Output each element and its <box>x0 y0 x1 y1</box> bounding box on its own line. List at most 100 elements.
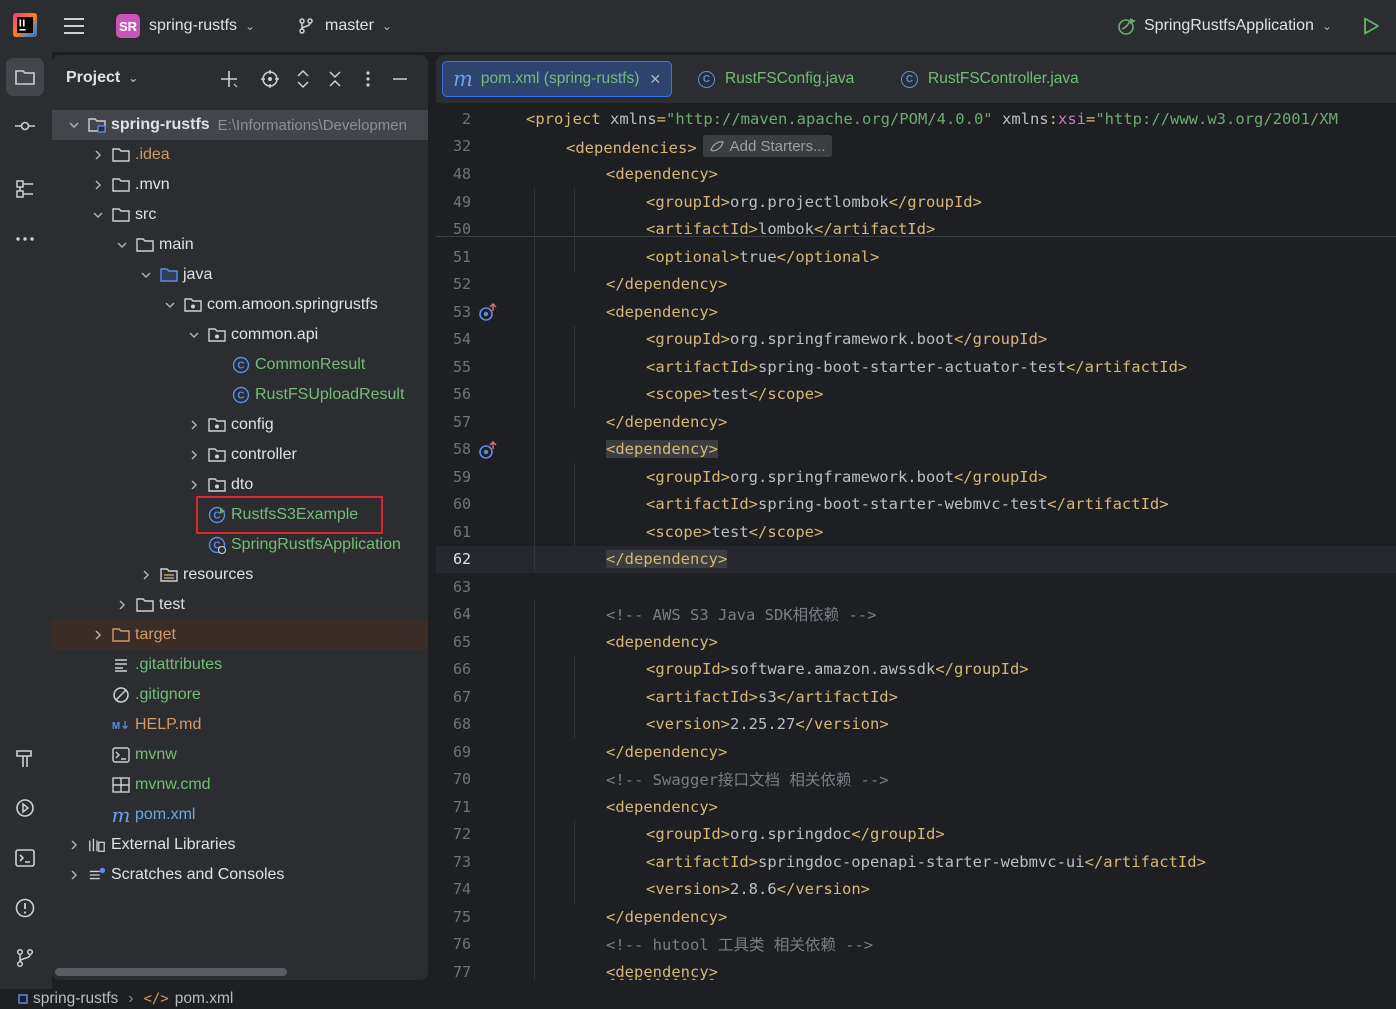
new-file-button[interactable] <box>217 67 241 91</box>
tree-node[interactable]: spring-rustfs E:\Informations\Developmen <box>52 110 428 140</box>
add-starters-hint[interactable]: Add Starters... <box>702 135 832 158</box>
code-line[interactable]: 52 </dependency> <box>436 270 1396 298</box>
tree-node[interactable]: dto <box>52 470 428 500</box>
code-line[interactable]: 68 <version>2.25.27</version> <box>436 710 1396 738</box>
tree-node[interactable]: .idea <box>52 140 428 170</box>
code-line[interactable]: 57 </dependency> <box>436 408 1396 436</box>
chevron-right-icon[interactable] <box>186 477 202 493</box>
tree-node[interactable]: java <box>52 260 428 290</box>
tree-node[interactable]: mvnw <box>52 740 428 770</box>
tree-node[interactable]: common.api <box>52 320 428 350</box>
services-tool-button[interactable] <box>6 789 44 827</box>
code-line[interactable]: 53 <dependency> <box>436 298 1396 326</box>
tree-node[interactable]: m pom.xml <box>52 800 428 830</box>
editor-tab[interactable]: C RustFSController.java <box>891 61 1089 97</box>
implemented-icon[interactable] <box>478 302 498 322</box>
run-configuration-selector[interactable]: SpringRustfsApplication ⌄ <box>1116 0 1332 52</box>
code-line[interactable]: 71 <dependency> <box>436 793 1396 821</box>
chevron-right-icon[interactable] <box>66 867 82 883</box>
code-line[interactable]: 65 <dependency> <box>436 628 1396 656</box>
code-line[interactable]: 51 <optional>true</optional> <box>436 243 1396 271</box>
code-line[interactable]: 63 <box>436 573 1396 601</box>
code-line[interactable]: 67 <artifactId>s3</artifactId> <box>436 683 1396 711</box>
chevron-right-icon[interactable] <box>90 147 106 163</box>
tree-node[interactable]: src <box>52 200 428 230</box>
chevron-down-icon[interactable] <box>186 327 202 343</box>
code-line[interactable]: 69 </dependency> <box>436 738 1396 766</box>
breadcrumb-file[interactable]: </> pom.xml <box>143 990 233 1008</box>
code-line[interactable]: 50 <artifactId>lombok</artifactId> <box>436 215 1396 243</box>
sticky-line[interactable]: 2 <project xmlns="http://maven.apache.org… <box>436 105 1396 133</box>
select-opened-file-button[interactable] <box>258 67 282 91</box>
chevron-right-icon[interactable] <box>186 447 202 463</box>
chevron-right-icon[interactable] <box>138 567 154 583</box>
code-line[interactable]: 54 <groupId>org.springframework.boot</gro… <box>436 325 1396 353</box>
code-line[interactable]: 77 <dependency> <box>436 958 1396 980</box>
code-line[interactable]: 61 <scope>test</scope> <box>436 518 1396 546</box>
tree-node[interactable]: .mvn <box>52 170 428 200</box>
chevron-down-icon[interactable] <box>90 207 106 223</box>
breadcrumb-project[interactable]: spring-rustfs <box>18 990 118 1008</box>
code-line[interactable]: 66 <groupId>software.amazon.awssdk</group… <box>436 655 1396 683</box>
chevron-right-icon[interactable] <box>66 837 82 853</box>
code-line[interactable]: 74 <version>2.8.6</version> <box>436 875 1396 903</box>
code-line[interactable]: 73 <artifactId>springdoc-openapi-starter-… <box>436 848 1396 876</box>
commit-tool-button[interactable] <box>6 107 44 145</box>
tree-node[interactable]: Scratches and Consoles <box>52 860 428 890</box>
project-view-selector[interactable]: Project ⌄ <box>66 69 138 87</box>
chevron-down-icon[interactable] <box>114 237 130 253</box>
vcs-branch-switcher[interactable]: master ⌄ <box>297 0 392 52</box>
more-tools-button[interactable] <box>6 220 44 258</box>
hide-panel-button[interactable] <box>388 67 412 91</box>
code-line[interactable]: 60 <artifactId>spring-boot-starter-webmvc… <box>436 490 1396 518</box>
tree-node[interactable]: main <box>52 230 428 260</box>
code-line[interactable]: 49 <groupId>org.projectlombok</groupId> <box>436 188 1396 216</box>
code-line[interactable]: 64 <!-- AWS S3 Java SDK相依赖 --> <box>436 600 1396 628</box>
sticky-line[interactable]: 32 <dependencies> Add Starters... <box>436 132 1396 160</box>
tree-node[interactable]: M HELP.md <box>52 710 428 740</box>
tree-node[interactable]: C SpringRustfsApplication <box>52 530 428 560</box>
collapse-all-button[interactable] <box>323 67 347 91</box>
tree-node[interactable]: External Libraries <box>52 830 428 860</box>
code-line[interactable]: 56 <scope>test</scope> <box>436 380 1396 408</box>
tree-node[interactable]: target <box>52 620 428 650</box>
tree-node[interactable]: resources <box>52 560 428 590</box>
main-menu-button[interactable] <box>62 0 86 52</box>
tree-node[interactable]: C RustfsS3Example <box>52 500 428 530</box>
tree-node[interactable]: mvnw.cmd <box>52 770 428 800</box>
run-button[interactable] <box>1360 0 1382 52</box>
code-line[interactable]: 76 <!-- hutool 工具类 相关依赖 --> <box>436 930 1396 958</box>
expand-all-button[interactable] <box>291 67 315 91</box>
code-area[interactable]: 2 <project xmlns="http://maven.apache.org… <box>436 105 1396 980</box>
chevron-right-icon[interactable] <box>186 417 202 433</box>
sticky-line[interactable]: 48 <dependency> <box>436 160 1396 188</box>
code-line[interactable]: 55 <artifactId>spring-boot-starter-actuat… <box>436 353 1396 381</box>
chevron-right-icon[interactable] <box>90 177 106 193</box>
build-tool-button[interactable] <box>6 739 44 777</box>
tree-node[interactable]: com.amoon.springrustfs <box>52 290 428 320</box>
code-line[interactable]: 59 <groupId>org.springframework.boot</gro… <box>436 463 1396 491</box>
code-line[interactable]: 58 <dependency> <box>436 435 1396 463</box>
tree-node[interactable]: C RustFSUploadResult <box>52 380 428 410</box>
chevron-right-icon[interactable] <box>90 627 106 643</box>
chevron-right-icon[interactable] <box>114 597 130 613</box>
tree-node[interactable]: .gitignore <box>52 680 428 710</box>
tree-node[interactable]: controller <box>52 440 428 470</box>
close-icon[interactable]: ✕ <box>649 71 661 88</box>
tree-node[interactable]: C CommonResult <box>52 350 428 380</box>
terminal-tool-button[interactable] <box>6 839 44 877</box>
chevron-down-icon[interactable] <box>138 267 154 283</box>
tree-node[interactable]: config <box>52 410 428 440</box>
tree-node[interactable]: test <box>52 590 428 620</box>
code-line[interactable]: 62 </dependency> <box>436 545 1396 573</box>
project-switcher[interactable]: SR spring-rustfs ⌄ <box>116 0 255 52</box>
code-line[interactable]: 72 <groupId>org.springdoc</groupId> <box>436 820 1396 848</box>
chevron-down-icon[interactable] <box>162 297 178 313</box>
git-tool-button[interactable] <box>6 939 44 977</box>
problems-tool-button[interactable] <box>6 889 44 927</box>
project-tool-button[interactable] <box>6 58 44 96</box>
editor-tab[interactable]: C RustFSConfig.java <box>688 61 864 97</box>
horizontal-scrollbar[interactable] <box>55 968 287 976</box>
editor-tab-active[interactable]: m pom.xml (spring-rustfs) ✕ <box>442 61 673 97</box>
tree-node[interactable]: .gitattributes <box>52 650 428 680</box>
